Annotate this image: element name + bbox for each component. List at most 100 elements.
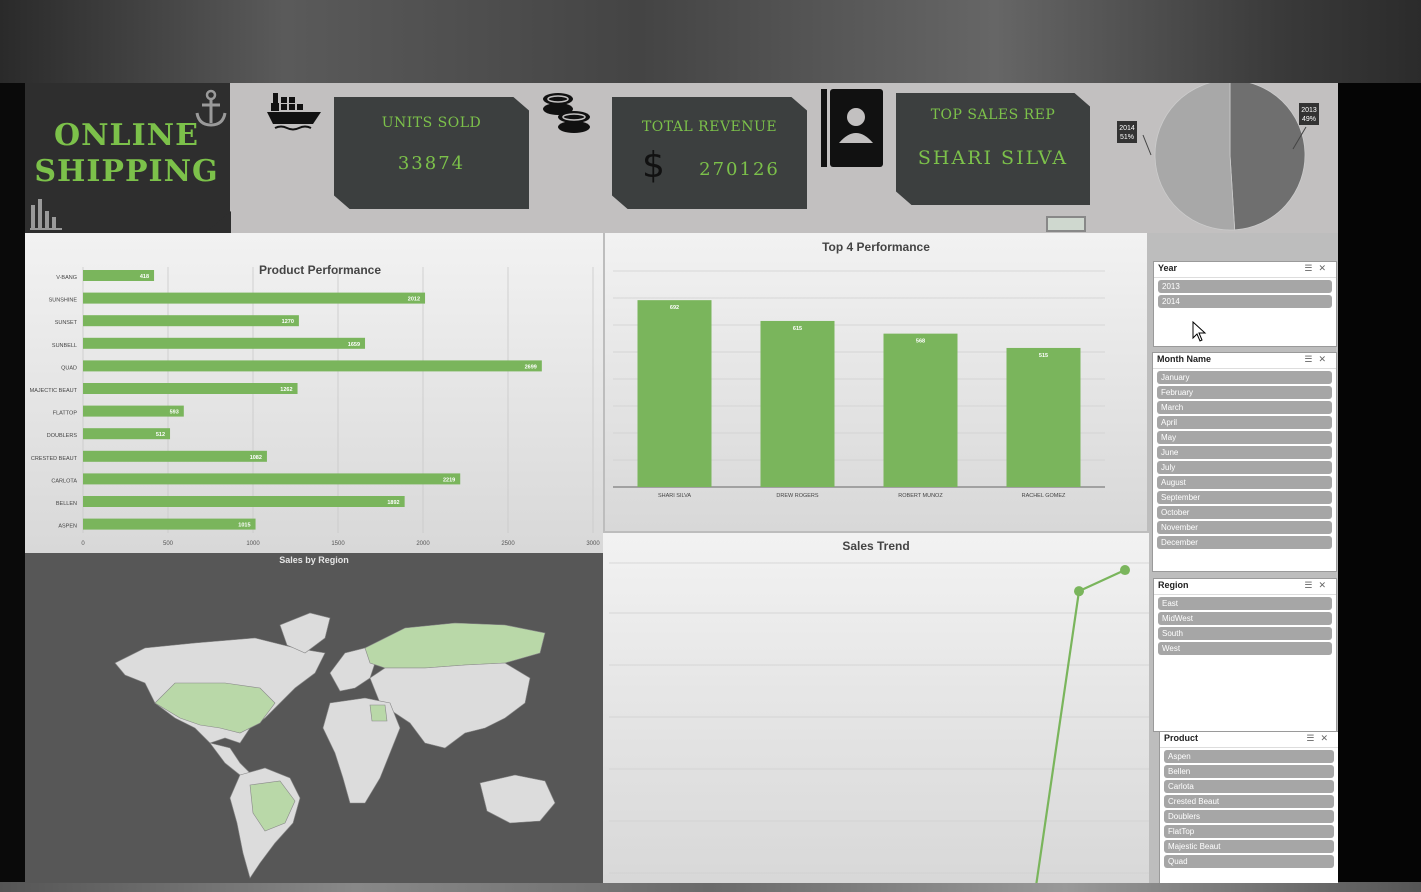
- x-tick-label: 2500: [501, 541, 515, 547]
- bar-value-label: 593: [170, 410, 179, 416]
- slicer-item[interactable]: Aspen: [1164, 750, 1334, 763]
- multiselect-icon[interactable]: ☰: [1306, 733, 1320, 743]
- bar-value-label: 1262: [280, 387, 292, 393]
- slicer-item[interactable]: Bellen: [1164, 765, 1334, 778]
- clear-filter-icon[interactable]: ✕: [1318, 354, 1332, 364]
- bar: [83, 315, 299, 327]
- bar: [1006, 347, 1081, 487]
- multiselect-icon[interactable]: ☰: [1304, 580, 1318, 590]
- slicer-item[interactable]: February: [1157, 386, 1332, 399]
- product-slicer-header: Product ☰✕: [1160, 732, 1338, 748]
- slicer-item[interactable]: Quad: [1164, 855, 1334, 868]
- kpi-units-sold: UNITS SOLD 33874: [334, 97, 529, 209]
- product-performance-panel: Product Performance 0 500 1000 1500 2000 2500…: [25, 233, 603, 553]
- region-slicer-items: East MidWest South West: [1154, 597, 1336, 655]
- bar: [83, 450, 267, 462]
- slicer-controls: ☰✕: [1306, 733, 1334, 744]
- month-slicer-header: Month Name ☰✕: [1153, 353, 1336, 369]
- pie-label-2013-year: 2013: [1301, 107, 1317, 114]
- category-label: BELLEN: [56, 501, 77, 507]
- pie-slices: [1154, 83, 1306, 231]
- slicer-item[interactable]: September: [1157, 491, 1332, 504]
- selection-handle[interactable]: [1046, 216, 1086, 232]
- slicer-item[interactable]: June: [1157, 446, 1332, 459]
- product-slicer-title: Product: [1164, 733, 1199, 743]
- slicer-item[interactable]: Crested Beaut: [1164, 795, 1334, 808]
- x-tick-label: 500: [163, 541, 174, 547]
- contact-book-icon: [821, 89, 883, 167]
- slicer-item[interactable]: May: [1157, 431, 1332, 444]
- total-revenue-label: TOTAL REVENUE: [641, 119, 778, 135]
- slicer-item[interactable]: April: [1157, 416, 1332, 429]
- slicer-controls: ☰✕: [1304, 263, 1332, 274]
- slicer-item[interactable]: 2014: [1158, 295, 1332, 308]
- bar-value-label: 1270: [282, 319, 294, 325]
- slicer-item[interactable]: March: [1157, 401, 1332, 414]
- bar: [83, 337, 366, 349]
- slicer-item[interactable]: Carlota: [1164, 780, 1334, 793]
- top4-performance-panel: Top 4 Performance 692 SHARI SILVA 615 DREW …: [605, 233, 1147, 531]
- slicer-item[interactable]: July: [1157, 461, 1332, 474]
- bar-value-label: 1892: [387, 500, 399, 506]
- slicer-item[interactable]: South: [1158, 627, 1332, 640]
- x-tick-label: 1500: [331, 541, 345, 547]
- bar-value-label: 1015: [238, 523, 250, 529]
- bar: [83, 518, 256, 530]
- x-tick-label: 3000: [586, 541, 600, 547]
- bar-value-label: 418: [140, 274, 149, 280]
- bar-value-label: 515: [1039, 353, 1048, 359]
- slicer-item[interactable]: MidWest: [1158, 612, 1332, 625]
- trend-point: [1120, 565, 1130, 576]
- month-slicer-title: Month Name: [1157, 354, 1211, 364]
- bar: [83, 473, 461, 485]
- multiselect-icon[interactable]: ☰: [1304, 354, 1318, 364]
- month-slicer: Month Name ☰✕ January February March April M…: [1152, 352, 1337, 572]
- bar: [760, 320, 835, 487]
- map-usa-highlight: [154, 682, 276, 734]
- clear-filter-icon[interactable]: ✕: [1318, 263, 1332, 273]
- slicer-item[interactable]: November: [1157, 521, 1332, 534]
- bar: [83, 292, 426, 304]
- bar-value-label: 2699: [525, 364, 537, 370]
- slicer-item[interactable]: FlatTop: [1164, 825, 1334, 838]
- trend-line: [1035, 569, 1126, 883]
- slicer-item[interactable]: December: [1157, 536, 1332, 549]
- slicer-item[interactable]: Doublers: [1164, 810, 1334, 823]
- year-pie-chart: 2014 51% 2013 49%: [1117, 83, 1319, 231]
- sales-trend-chart: [609, 562, 1149, 883]
- region-slicer-header: Region ☰✕: [1154, 579, 1336, 595]
- region-slicer: Region ☰✕ East MidWest South West: [1153, 578, 1337, 732]
- slicer-item[interactable]: August: [1157, 476, 1332, 489]
- slicer-item[interactable]: West: [1158, 642, 1332, 655]
- bar-value-label: 1082: [250, 455, 262, 461]
- mouse-cursor-icon: [1192, 321, 1207, 342]
- product-performance-chart: 0 500 1000 1500 2000 2500 3000 V-BANG 418 SUNSHIN…: [30, 267, 600, 547]
- pie-label-2014-pct: 51%: [1120, 134, 1134, 141]
- multiselect-icon[interactable]: ☰: [1304, 263, 1318, 273]
- title-line-2: SHIPPING: [34, 154, 219, 189]
- blurred-top-area: [0, 0, 1421, 83]
- year-slicer-header: Year ☰✕: [1154, 262, 1336, 278]
- sales-trend-panel: Sales Trend: [603, 533, 1149, 883]
- category-label: V-BANG: [56, 275, 77, 281]
- map-russia-highlight: [364, 622, 546, 669]
- slicer-item[interactable]: 2013: [1158, 280, 1332, 293]
- category-label: SHARI SILVA: [658, 493, 691, 499]
- top4-performance-chart: 692 SHARI SILVA 615 DREW ROGERS 568 ROBERT MU…: [613, 270, 1105, 499]
- slicer-item[interactable]: Majestic Beaut: [1164, 840, 1334, 853]
- clear-filter-icon[interactable]: ✕: [1318, 580, 1332, 590]
- pie-label-2014-year: 2014: [1119, 125, 1135, 132]
- bar: [83, 360, 542, 372]
- anchor-icon: [195, 89, 227, 127]
- category-label: DREW ROGERS: [776, 493, 819, 499]
- bar-value-label: 2219: [443, 477, 455, 483]
- right-border: [1338, 83, 1421, 883]
- clear-filter-icon[interactable]: ✕: [1320, 733, 1334, 743]
- slicer-item[interactable]: January: [1157, 371, 1332, 384]
- slicer-item[interactable]: East: [1158, 597, 1332, 610]
- bar-value-label: 512: [156, 432, 165, 438]
- x-tick-label: 2000: [416, 541, 430, 547]
- slicer-item[interactable]: October: [1157, 506, 1332, 519]
- bar: [637, 300, 712, 487]
- kpi-top-sales-rep: TOP SALES REP SHARI SILVA: [896, 93, 1090, 205]
